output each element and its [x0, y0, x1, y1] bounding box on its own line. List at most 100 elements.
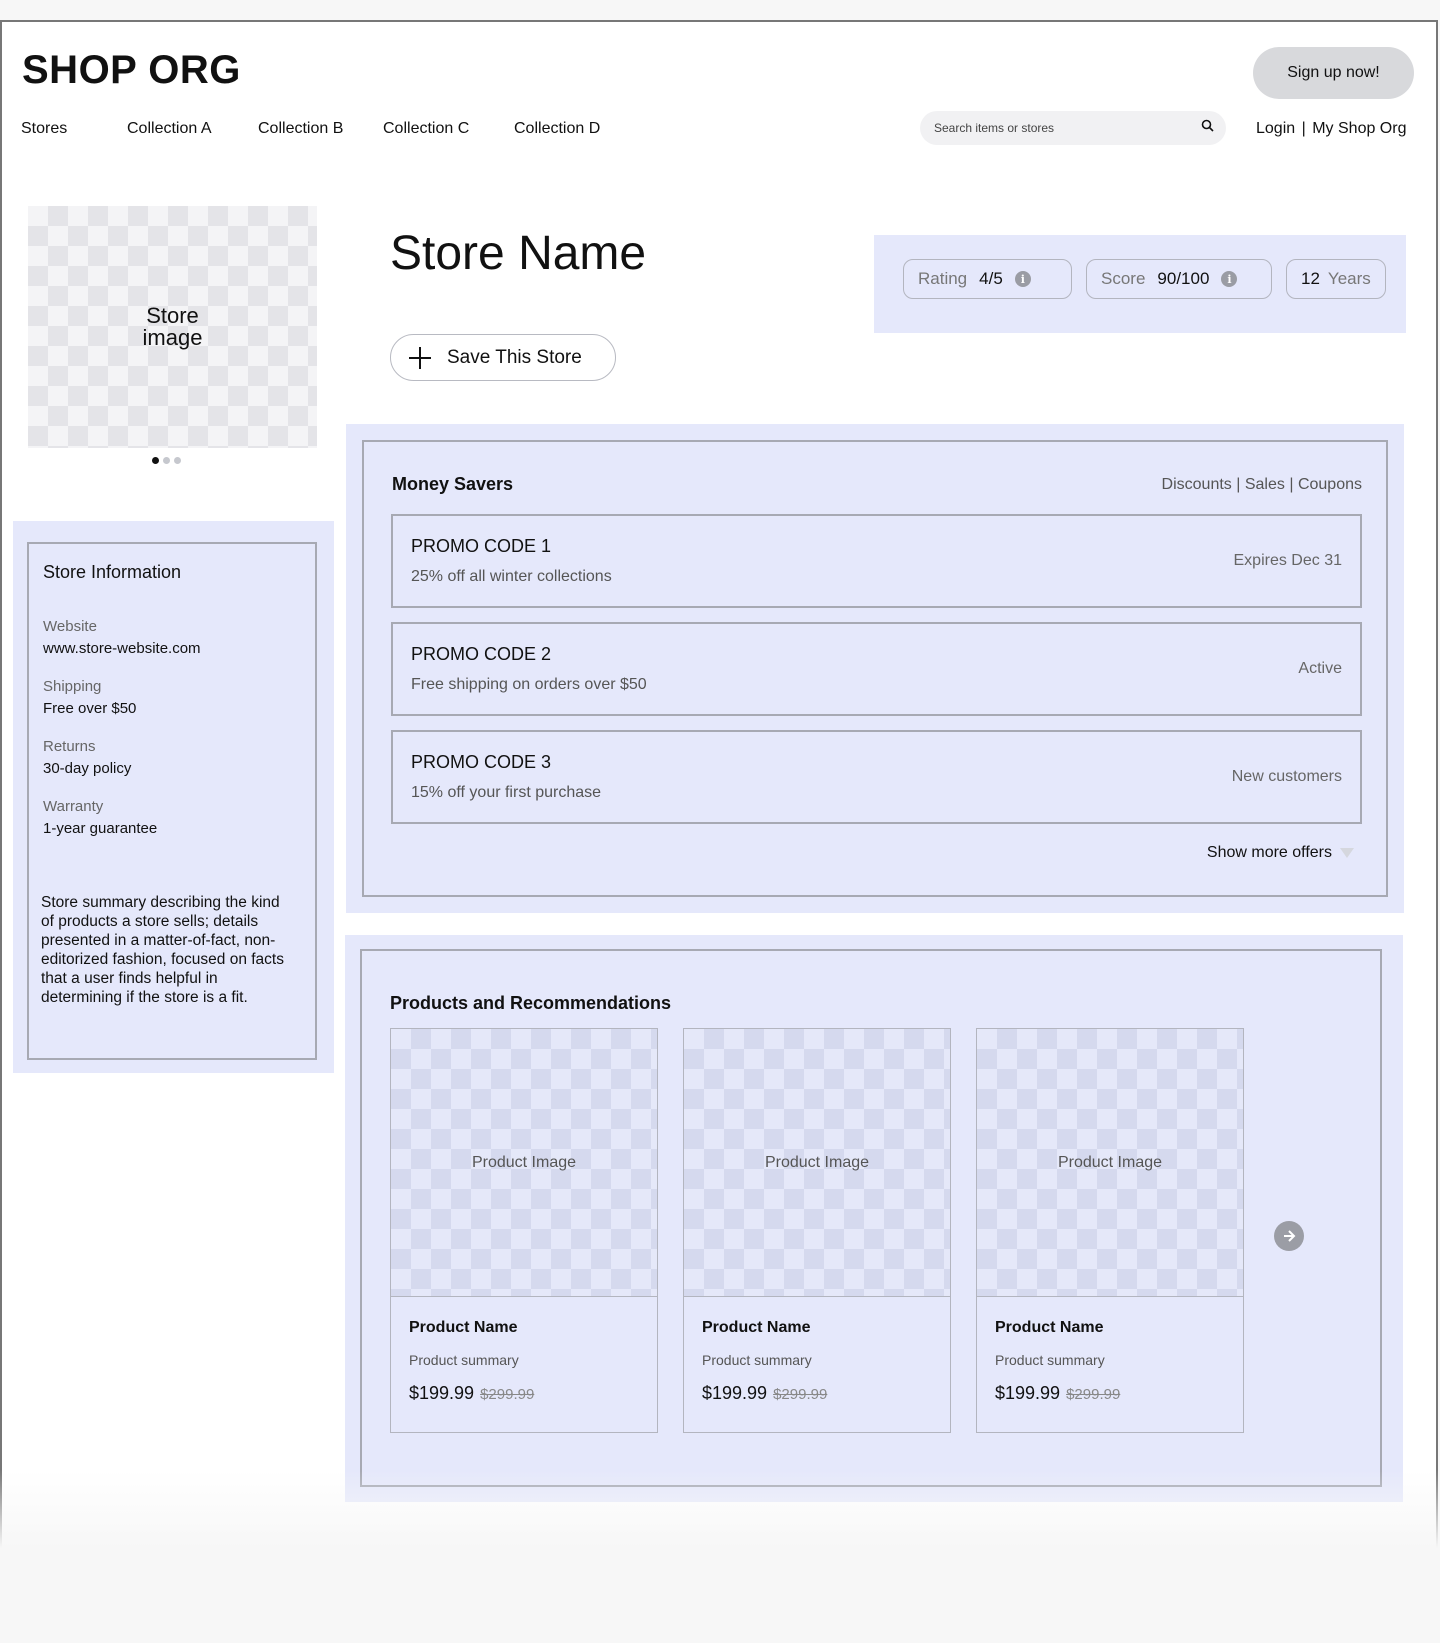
product-price: $199.99 — [995, 1383, 1061, 1403]
save-store-button[interactable]: Save This Store — [390, 334, 616, 381]
products-title: Products and Recommendations — [390, 993, 672, 1013]
carousel-dots — [152, 457, 181, 464]
promo-status: Expires Dec 31 — [1233, 552, 1343, 569]
promo-description: Free shipping on orders over $50 — [411, 676, 647, 693]
product-name[interactable]: Product Name — [702, 1319, 810, 1337]
products-box: Products and Recommendations Product Ima… — [360, 949, 1382, 1487]
store-info-title: Store Information — [43, 562, 182, 582]
divider: | — [1289, 476, 1294, 493]
promo-description: 25% off all winter collections — [411, 568, 612, 585]
website-value[interactable]: www.store-website.com — [43, 640, 201, 657]
plus-icon — [409, 346, 431, 369]
info-icon[interactable]: i — [1221, 271, 1238, 287]
promo-status: Active — [1298, 660, 1342, 677]
product-name[interactable]: Product Name — [409, 1319, 517, 1337]
money-savers-links: Discounts | Sales | Coupons — [1162, 476, 1362, 494]
sales-link[interactable]: Sales — [1245, 476, 1285, 493]
search-input[interactable] — [932, 120, 1201, 136]
product-card-2[interactable]: Product Image Product Name Product summa… — [683, 1028, 951, 1433]
product-name[interactable]: Product Name — [995, 1319, 1103, 1337]
promo-card-1[interactable]: PROMO CODE 1 25% off all winter collecti… — [391, 514, 1362, 608]
nav-collection-a[interactable]: Collection A — [127, 120, 212, 138]
show-more-offers-button[interactable]: Show more offers — [1207, 844, 1354, 862]
money-savers-panel: Money Savers Discounts | Sales | Coupons… — [346, 424, 1404, 913]
product-card-1[interactable]: Product Image Product Name Product summa… — [390, 1028, 658, 1433]
product-image-label: Product Image — [1057, 1153, 1163, 1171]
store-stats: Rating 4/5 i Score 90/100 i 12 Years — [874, 235, 1406, 333]
warranty-label: Warranty — [43, 798, 104, 815]
money-savers-title: Money Savers — [392, 474, 514, 494]
product-price-row: $199.99 $299.99 — [702, 1383, 827, 1404]
login-link[interactable]: Login — [1256, 120, 1295, 137]
nav-collection-d[interactable]: Collection D — [514, 120, 600, 138]
carousel-dot-1[interactable] — [152, 457, 159, 464]
my-shop-org-link[interactable]: My Shop Org — [1312, 120, 1406, 137]
products-panel: Products and Recommendations Product Ima… — [345, 935, 1403, 1502]
nav-stores[interactable]: Stores — [21, 120, 67, 138]
store-image: Store image — [28, 206, 317, 448]
account-links: Login | My Shop Org — [1256, 120, 1406, 138]
carousel-dot-2[interactable] — [163, 457, 170, 464]
score-pill: Score 90/100 i — [1086, 259, 1272, 299]
brand-logo[interactable]: SHOP ORG — [22, 48, 241, 93]
product-card-3[interactable]: Product Image Product Name Product summa… — [976, 1028, 1244, 1433]
triangle-down-icon — [1340, 848, 1354, 858]
shipping-label: Shipping — [43, 678, 102, 695]
rating-pill: Rating 4/5 i — [903, 259, 1072, 299]
promo-card-2[interactable]: PROMO CODE 2 Free shipping on orders ove… — [391, 622, 1362, 716]
product-summary: Product summary — [702, 1352, 812, 1368]
divider: | — [1236, 476, 1241, 493]
product-image-label: Product Image — [764, 1153, 870, 1171]
divider: | — [1301, 120, 1306, 137]
rating-value: 4/5 — [979, 269, 1003, 288]
returns-value: 30-day policy — [43, 760, 132, 777]
years-label: Years — [1327, 269, 1371, 288]
years-value: 12 — [1301, 269, 1320, 288]
product-image: Product Image — [977, 1029, 1243, 1297]
promo-card-3[interactable]: PROMO CODE 3 15% off your first purchase… — [391, 730, 1362, 824]
store-image-label: Store image — [142, 303, 203, 350]
product-price-row: $199.99 $299.99 — [995, 1383, 1120, 1404]
coupons-link[interactable]: Coupons — [1298, 476, 1362, 493]
product-price: $199.99 — [409, 1383, 475, 1403]
score-value: 90/100 — [1157, 269, 1210, 288]
promo-description: 15% off your first purchase — [411, 784, 602, 801]
product-image: Product Image — [391, 1029, 657, 1297]
warranty-value: 1-year guarantee — [43, 820, 158, 837]
search-icon[interactable] — [1201, 119, 1214, 137]
shipping-value: Free over $50 — [43, 700, 137, 717]
product-old-price: $299.99 — [480, 1386, 535, 1403]
years-pill: 12 Years — [1286, 259, 1386, 299]
discounts-link[interactable]: Discounts — [1162, 476, 1232, 493]
info-icon[interactable]: i — [1014, 271, 1031, 287]
store-info-panel: Store Information Website www.store-webs… — [13, 521, 334, 1073]
nav-collection-c[interactable]: Collection C — [383, 120, 469, 138]
save-store-label: Save This Store — [447, 346, 582, 368]
store-name: Store Name — [390, 227, 647, 280]
money-savers-box: Money Savers Discounts | Sales | Coupons… — [362, 440, 1388, 897]
store-summary: Store summary describing the kind of pro… — [41, 894, 284, 1006]
product-summary: Product summary — [409, 1352, 519, 1368]
product-summary: Product summary — [995, 1352, 1105, 1368]
search-bar — [920, 111, 1226, 145]
product-old-price: $299.99 — [773, 1386, 828, 1403]
promo-code: PROMO CODE 2 — [411, 644, 552, 664]
promo-code: PROMO CODE 3 — [411, 752, 552, 772]
signup-button[interactable]: Sign up now! — [1253, 47, 1414, 99]
rating-label: Rating — [918, 269, 968, 288]
website-label: Website — [43, 618, 97, 635]
store-info-box: Store Information Website www.store-webs… — [27, 542, 317, 1060]
returns-label: Returns — [43, 738, 96, 755]
product-image: Product Image — [684, 1029, 950, 1297]
carousel-dot-3[interactable] — [174, 457, 181, 464]
product-price-row: $199.99 $299.99 — [409, 1383, 534, 1404]
product-price: $199.99 — [702, 1383, 768, 1403]
show-more-label: Show more offers — [1206, 844, 1332, 861]
score-label: Score — [1101, 269, 1146, 288]
promo-status: New customers — [1231, 768, 1342, 785]
nav-collection-b[interactable]: Collection B — [258, 120, 343, 138]
product-image-label: Product Image — [471, 1153, 577, 1171]
product-old-price: $299.99 — [1066, 1386, 1121, 1403]
arrow-right-icon[interactable] — [1274, 1221, 1304, 1251]
promo-code: PROMO CODE 1 — [411, 536, 552, 556]
